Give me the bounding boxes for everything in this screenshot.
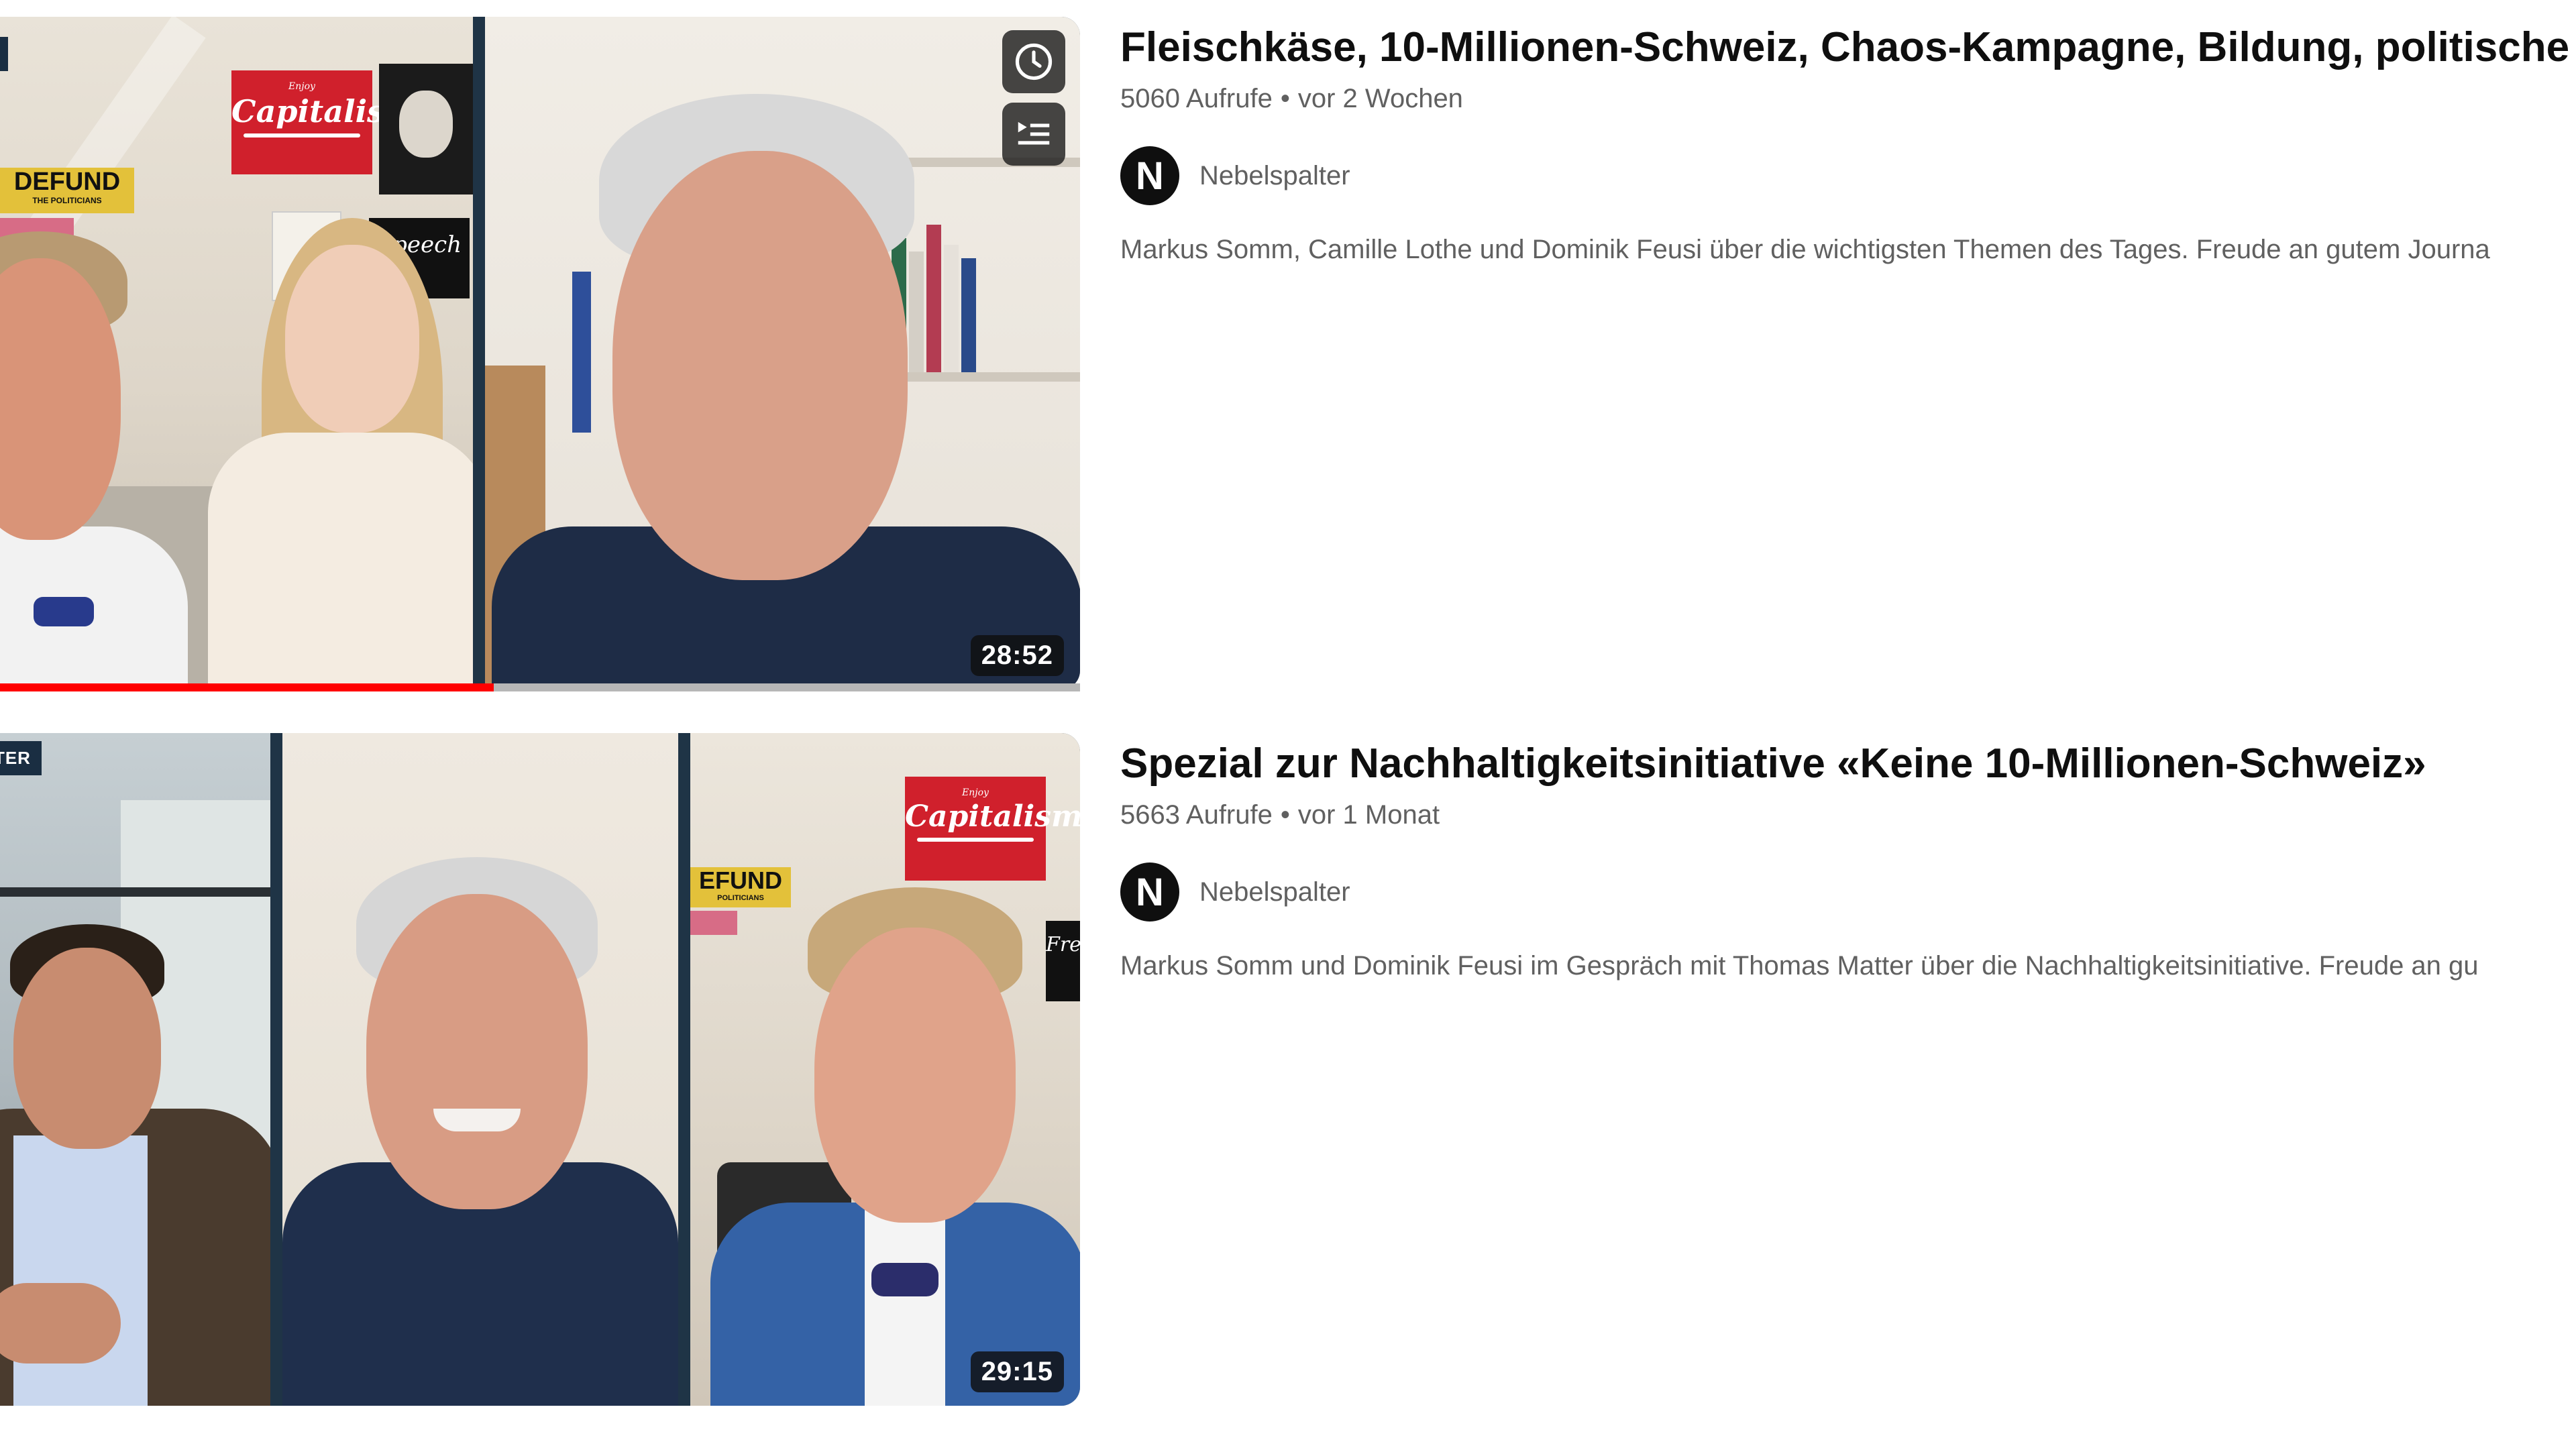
- franklin-poster: [379, 64, 473, 194]
- thumbnail-panel-host-center: [282, 733, 678, 1406]
- channel-name[interactable]: Nebelspalter: [1199, 161, 1350, 191]
- defund-sign: EFUND POLITICIANS: [690, 867, 791, 907]
- channel-name[interactable]: Nebelspalter: [1199, 877, 1350, 907]
- channel-avatar[interactable]: N: [1120, 146, 1179, 205]
- add-to-queue-icon: [1018, 121, 1050, 145]
- video-stats: 5663 Aufrufe • vor 1 Monat: [1120, 800, 2576, 830]
- video-stats: 5060 Aufrufe • vor 2 Wochen: [1120, 84, 2576, 114]
- channel-corner-badge: LTER: [0, 741, 42, 775]
- capitalism-poster: Enjoy Capitalism: [905, 777, 1080, 881]
- thumbnail-panel-office: Enjoy Capitalism DEFUND THE POLITICIANS: [0, 17, 473, 689]
- free-speech-poster: Free: [1046, 921, 1080, 1001]
- upload-age: vor 1 Monat: [1297, 800, 1440, 830]
- stats-separator: •: [1280, 800, 1290, 830]
- thumbnail-panel-host-right: Enjoy Capitalism EFUND POLITICIANS Free: [690, 733, 1080, 1406]
- duration-badge: 29:15: [970, 1351, 1064, 1392]
- video-thumbnail[interactable]: Enjoy Capitalism EFUND POLITICIANS Free: [0, 733, 1080, 1406]
- view-count: 5663 Aufrufe: [1120, 800, 1273, 830]
- video-results-page: Enjoy Capitalism DEFUND THE POLITICIANS: [0, 0, 2576, 1448]
- video-result-item[interactable]: Enjoy Capitalism DEFUND THE POLITICIANS: [0, 17, 2576, 714]
- video-description-snippet: Markus Somm und Dominik Feusi im Gespräc…: [1120, 951, 2479, 981]
- view-count: 5060 Aufrufe: [1120, 84, 1273, 113]
- watch-later-button[interactable]: [1002, 30, 1065, 93]
- video-result-item[interactable]: Enjoy Capitalism EFUND POLITICIANS Free: [0, 733, 2576, 1431]
- capitalism-poster: Enjoy Capitalism: [231, 70, 417, 174]
- add-to-queue-button[interactable]: [1002, 103, 1065, 166]
- duration-badge: 28:52: [970, 635, 1064, 676]
- video-metadata: Spezial zur Nachhaltigkeitsinitiative «K…: [1120, 737, 2576, 981]
- watch-progress-fill: [0, 683, 494, 691]
- video-metadata: Fleischkäse, 10-Millionen-Schweiz, Chaos…: [1120, 21, 2576, 265]
- channel-corner-badge: A: [0, 37, 8, 71]
- video-title[interactable]: Spezial zur Nachhaltigkeitsinitiative «K…: [1120, 737, 2576, 791]
- stats-separator: •: [1280, 84, 1290, 113]
- defund-sign: DEFUND THE POLITICIANS: [0, 168, 134, 213]
- thumbnail-panel-guest: [0, 733, 270, 1406]
- video-title[interactable]: Fleischkäse, 10-Millionen-Schweiz, Chaos…: [1120, 21, 2576, 74]
- video-description-snippet: Markus Somm, Camille Lothe und Dominik F…: [1120, 235, 2490, 264]
- watch-later-icon: [1015, 43, 1053, 80]
- channel-link[interactable]: N Nebelspalter: [1120, 146, 2576, 205]
- channel-link[interactable]: N Nebelspalter: [1120, 862, 2576, 922]
- thumbnail-panel-bookshelf: 28:52: [485, 17, 1080, 689]
- watch-progress-bar: [0, 683, 1080, 691]
- channel-avatar[interactable]: N: [1120, 862, 1179, 922]
- upload-age: vor 2 Wochen: [1297, 84, 1463, 113]
- video-thumbnail[interactable]: Enjoy Capitalism DEFUND THE POLITICIANS: [0, 17, 1080, 689]
